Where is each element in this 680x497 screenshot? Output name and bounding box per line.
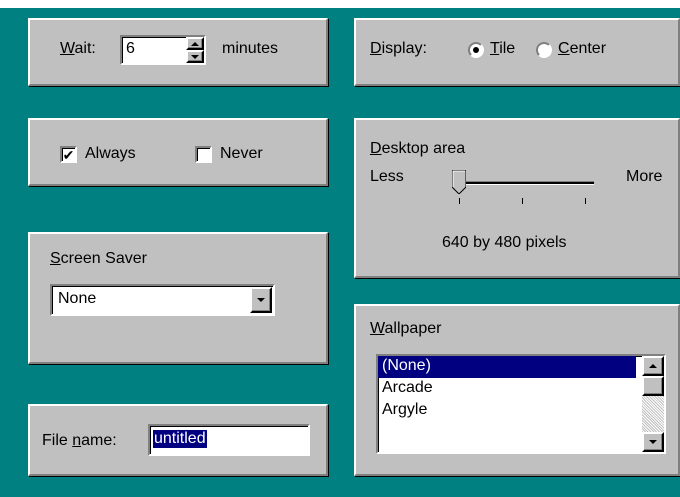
file-name-input[interactable]: untitled	[148, 424, 310, 456]
scroll-up-button[interactable]	[642, 356, 664, 376]
file-name-panel: File name: untitled	[28, 404, 328, 476]
slider-thumb[interactable]	[451, 169, 467, 195]
wait-label: Wait:	[60, 40, 96, 57]
wait-unit-label: minutes	[222, 40, 279, 57]
wallpaper-item-arcade[interactable]: Arcade	[382, 379, 433, 397]
always-checkbox[interactable]: ✔	[60, 146, 77, 163]
screen-saver-selected: None	[58, 290, 97, 307]
never-checkbox[interactable]	[195, 146, 212, 163]
scroll-thumb[interactable]	[642, 376, 664, 396]
screen-saver-panel: Screen Saver None	[28, 232, 328, 364]
slider-tick-3	[585, 198, 586, 204]
display-panel: Display: Tile Center	[354, 18, 680, 86]
wait-minutes-input[interactable]: 6	[120, 35, 206, 65]
scroll-down-button[interactable]	[642, 432, 664, 452]
spin-up-button[interactable]	[186, 37, 204, 50]
slider-more-label: More	[626, 168, 663, 185]
wallpaper-panel: Wallpaper (None) Arcade Argyle	[354, 304, 680, 476]
top-text-strip	[0, 0, 680, 8]
file-name-label: File name:	[42, 432, 117, 449]
wallpaper-item-argyle[interactable]: Argyle	[382, 401, 427, 419]
chevron-down-icon	[257, 298, 265, 302]
slider-less-label: Less	[370, 168, 404, 185]
always-label[interactable]: Always	[85, 145, 136, 163]
wallpaper-label: Wallpaper	[370, 320, 442, 337]
resolution-text: 640 by 480 pixels	[442, 234, 567, 251]
resolution-slider[interactable]	[451, 169, 602, 210]
wallpaper-scrollbar[interactable]	[642, 356, 664, 452]
slider-tick-2	[522, 198, 523, 204]
wait-minutes-value: 6	[126, 40, 135, 57]
tile-label[interactable]: Tile	[490, 40, 515, 58]
wait-panel: Wait: 6 minutes	[28, 18, 328, 86]
slider-tick-1	[459, 198, 460, 204]
wallpaper-item-none[interactable]: (None)	[382, 357, 431, 375]
file-name-value: untitled	[153, 430, 207, 448]
radio-dot-icon	[473, 47, 479, 53]
slider-track	[460, 181, 594, 185]
spin-down-icon	[191, 54, 199, 59]
scroll-down-icon	[649, 440, 657, 444]
wallpaper-listbox[interactable]: (None) Arcade Argyle	[376, 354, 666, 454]
screen-saver-label: Screen Saver	[50, 250, 147, 267]
center-label[interactable]: Center	[558, 40, 606, 58]
spin-down-button[interactable]	[186, 50, 204, 63]
spin-up-icon	[191, 41, 199, 46]
checkmark-icon: ✔	[62, 146, 75, 163]
desktop-area-label: Desktop area	[370, 140, 466, 157]
desktop-area-panel: Desktop area Less More 640 by 480 pixels	[354, 118, 680, 278]
always-never-panel: ✔ Always Never	[28, 118, 328, 186]
tile-radio[interactable]	[468, 42, 484, 58]
display-label: Display:	[370, 40, 427, 57]
never-label[interactable]: Never	[220, 145, 263, 163]
center-radio[interactable]	[536, 42, 552, 58]
dropdown-button[interactable]	[250, 287, 272, 313]
scroll-up-icon	[649, 364, 657, 368]
screen-saver-dropdown[interactable]: None	[50, 284, 275, 316]
